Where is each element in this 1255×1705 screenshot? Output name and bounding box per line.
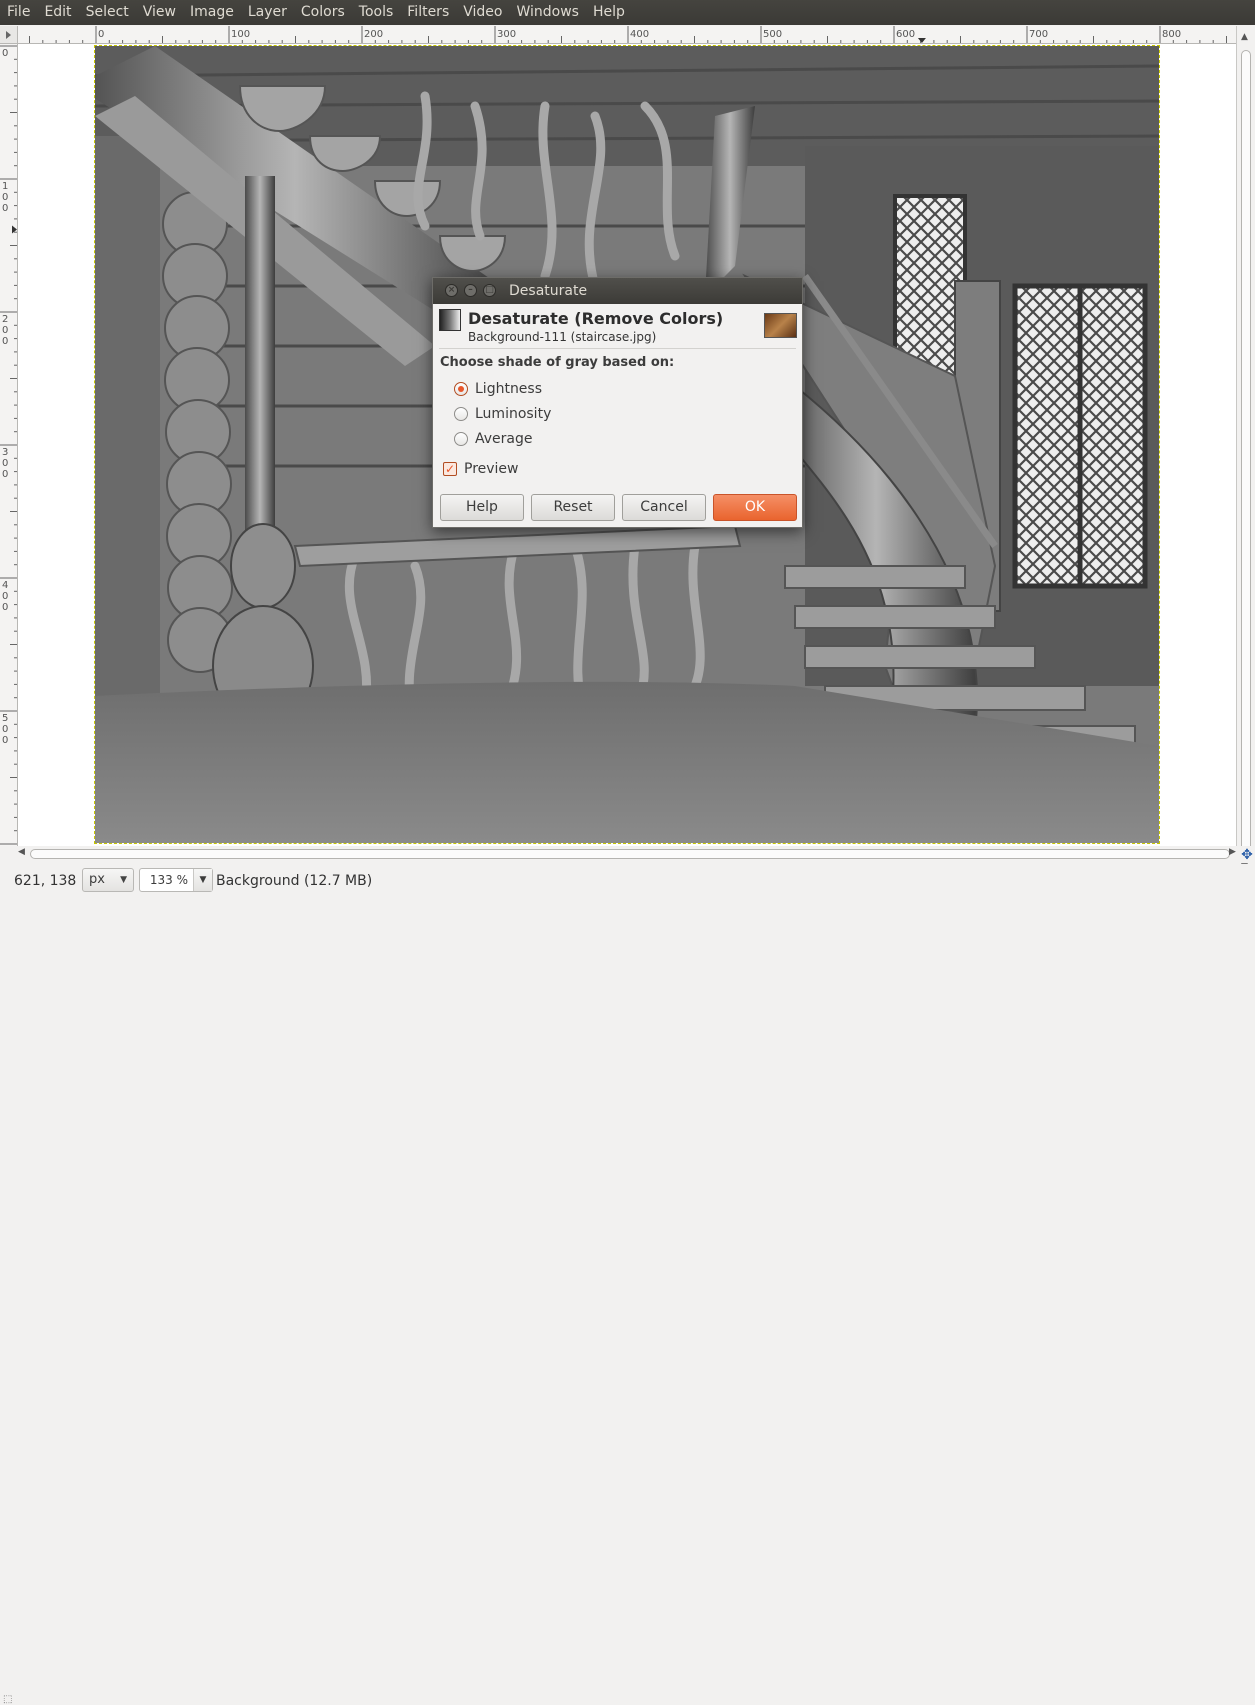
menu-bar: File Edit Select View Image Layer Colors Tools F… bbox=[0, 0, 1255, 25]
horizontal-ruler[interactable]: 0 100 200 300 400 500 600 700 800 bbox=[18, 26, 1236, 44]
preview-label: Preview bbox=[464, 461, 519, 477]
status-bar: 621, 138 px ▼ 133 % ▼ Background (12.7 M… bbox=[0, 864, 1255, 897]
scroll-right-icon[interactable]: ▶ bbox=[1229, 847, 1236, 857]
radio-luminosity-label: Luminosity bbox=[475, 406, 552, 422]
menu-image[interactable]: Image bbox=[183, 0, 241, 25]
scroll-left-icon[interactable]: ◀ bbox=[18, 847, 25, 857]
vertical-scrollbar[interactable]: ▲ ▼ bbox=[1236, 26, 1255, 872]
zoom-value[interactable]: 133 % bbox=[150, 869, 188, 891]
shade-section-label: Choose shade of gray based on: bbox=[440, 355, 675, 370]
close-window-icon[interactable]: × bbox=[445, 284, 458, 297]
horizontal-scroll-thumb[interactable] bbox=[30, 849, 1230, 859]
menu-layer[interactable]: Layer bbox=[241, 0, 294, 25]
menu-file[interactable]: File bbox=[0, 0, 37, 25]
zoom-combo[interactable]: 133 % ▼ bbox=[139, 868, 213, 892]
unit-value: px bbox=[89, 872, 105, 887]
ruler-pointer-icon bbox=[917, 38, 926, 43]
desaturate-icon bbox=[439, 309, 461, 331]
scroll-up-icon[interactable]: ▲ bbox=[1241, 32, 1248, 42]
ruler-corner-icon bbox=[6, 31, 11, 39]
dialog-titlebar[interactable]: × – □ Desaturate bbox=[433, 278, 802, 304]
help-button[interactable]: Help bbox=[440, 494, 524, 521]
ruler-v-label: 400 bbox=[2, 580, 8, 613]
radio-lightness-label: Lightness bbox=[475, 381, 543, 397]
reset-button[interactable]: Reset bbox=[531, 494, 615, 521]
radio-button[interactable] bbox=[454, 407, 468, 421]
radio-button-selected[interactable] bbox=[454, 382, 468, 396]
ruler-h-label: 300 bbox=[497, 29, 516, 40]
ruler-h-label: 400 bbox=[630, 29, 649, 40]
chevron-down-icon: ▼ bbox=[120, 875, 127, 885]
desaturate-dialog: × – □ Desaturate Desaturate (Remove Colo… bbox=[432, 277, 803, 528]
checkmark-icon[interactable]: ✓ bbox=[443, 462, 457, 476]
vertical-ruler[interactable]: 0 100 200 300 400 500 bbox=[0, 44, 18, 850]
dialog-header-title: Desaturate (Remove Colors) bbox=[468, 309, 724, 328]
menu-view[interactable]: View bbox=[136, 0, 183, 25]
radio-luminosity[interactable]: Luminosity bbox=[454, 406, 551, 422]
menu-help[interactable]: Help bbox=[586, 0, 632, 25]
ruler-v-label: 300 bbox=[2, 447, 8, 480]
quick-mask-icon[interactable]: ⬚ bbox=[3, 1694, 12, 1705]
ruler-v-label: 200 bbox=[2, 314, 8, 347]
menu-colors[interactable]: Colors bbox=[294, 0, 352, 25]
header-divider bbox=[439, 348, 796, 349]
ruler-v-label: 500 bbox=[2, 713, 8, 746]
dialog-window-title: Desaturate bbox=[509, 283, 588, 299]
dialog-header-subtitle: Background-111 (staircase.jpg) bbox=[468, 330, 657, 344]
vertical-scroll-thumb[interactable] bbox=[1241, 50, 1251, 860]
ruler-h-label: 100 bbox=[231, 29, 250, 40]
ruler-v-label: 100 bbox=[2, 181, 8, 214]
menu-tools[interactable]: Tools bbox=[352, 0, 401, 25]
radio-lightness[interactable]: Lightness bbox=[454, 381, 542, 397]
ruler-h-label: 800 bbox=[1162, 29, 1181, 40]
menu-edit[interactable]: Edit bbox=[37, 0, 78, 25]
layer-thumbnail bbox=[764, 313, 797, 338]
ruler-corner-button[interactable] bbox=[0, 26, 18, 44]
cancel-button[interactable]: Cancel bbox=[622, 494, 706, 521]
menu-windows[interactable]: Windows bbox=[509, 0, 586, 25]
ruler-v-label: 0 bbox=[2, 48, 8, 59]
radio-button[interactable] bbox=[454, 432, 468, 446]
ok-button[interactable]: OK bbox=[713, 494, 797, 521]
status-message: Background (12.7 MB) bbox=[216, 873, 373, 889]
ruler-h-label: 0 bbox=[98, 29, 104, 40]
menu-video[interactable]: Video bbox=[456, 0, 509, 25]
horizontal-scrollbar[interactable]: ⬚ ◀ ▶ bbox=[0, 846, 1255, 1705]
maximize-window-icon[interactable]: □ bbox=[483, 284, 496, 297]
pointer-coordinates: 621, 138 bbox=[14, 873, 77, 889]
ruler-h-label: 200 bbox=[364, 29, 383, 40]
ruler-h-label: 600 bbox=[896, 29, 915, 40]
ruler-h-label: 500 bbox=[763, 29, 782, 40]
radio-average[interactable]: Average bbox=[454, 431, 533, 447]
preview-checkbox[interactable]: ✓ Preview bbox=[443, 461, 519, 477]
navigate-icon[interactable]: ✥ bbox=[1239, 847, 1255, 863]
menu-select[interactable]: Select bbox=[79, 0, 136, 25]
radio-average-label: Average bbox=[475, 431, 533, 447]
ruler-h-label: 700 bbox=[1029, 29, 1048, 40]
zoom-dropdown-chevron-icon[interactable]: ▼ bbox=[193, 869, 212, 891]
unit-select[interactable]: px ▼ bbox=[82, 868, 134, 892]
minimize-window-icon[interactable]: – bbox=[464, 284, 477, 297]
menu-filters[interactable]: Filters bbox=[400, 0, 456, 25]
